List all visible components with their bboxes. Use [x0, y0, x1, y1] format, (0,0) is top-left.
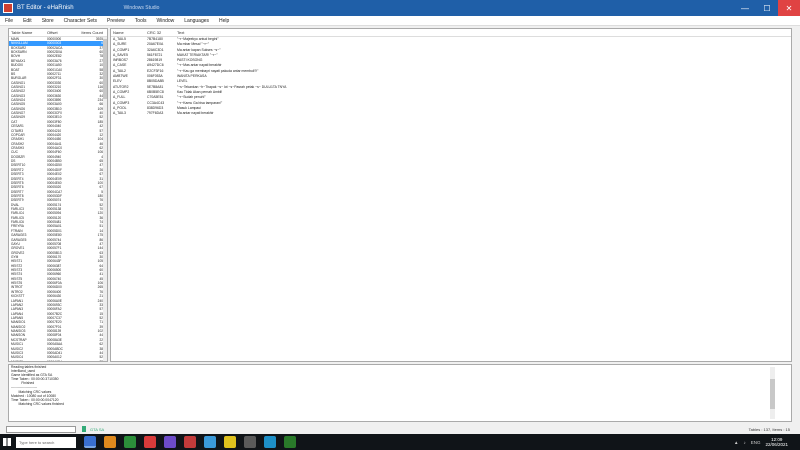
tables-header: Table Name Offset Items Count: [9, 29, 107, 37]
tables-scrollbar[interactable]: [103, 37, 107, 361]
windows-icon: [3, 438, 11, 446]
maximize-button[interactable]: ☐: [756, 0, 778, 16]
table-name-cell: MUSIC5: [11, 359, 24, 362]
menu-store[interactable]: Store: [37, 18, 59, 24]
menu-preview[interactable]: Preview: [102, 18, 130, 24]
table-offset-cell: 0000A0E4: [47, 359, 62, 362]
string-name-cell: A_TAIL3: [113, 111, 126, 116]
tables-rows: MAIN000000003925NIKKILLAM000000036BOXSAR…: [9, 37, 107, 362]
log-line: Matching CRC values finished: [11, 401, 64, 406]
menu-window[interactable]: Window: [151, 18, 179, 24]
taskbar-app-icon[interactable]: [144, 436, 156, 448]
log-scrollbar[interactable]: [770, 367, 775, 419]
system-tray: ▲ ♪ ENG 12:09 22/06/2021: [734, 437, 800, 447]
tables-scroll-thumb[interactable]: [103, 39, 107, 99]
menu-bar: File Edit Store Character Sets Preview Tools W…: [0, 16, 800, 26]
strings-header: Name CRC 32 Text: [111, 29, 791, 37]
tables-list[interactable]: Table Name Offset Items Count MAIN 000000…: [8, 28, 108, 362]
strings-list[interactable]: Name CRC 32 Text A_TAIL5 7B7B4180 "~r~Maje…: [110, 28, 792, 362]
menu-file[interactable]: File: [0, 18, 18, 24]
header-table-name[interactable]: Table Name: [9, 29, 45, 36]
taskbar-app-icon[interactable]: [244, 436, 256, 448]
status-bar: GTA SA Tables : 137, Items : 15: [0, 424, 800, 434]
table-count-cell: 73: [99, 359, 103, 362]
taskbar-app-icon[interactable]: [124, 436, 136, 448]
window-title: BT Editor - eHaRnish: [17, 5, 74, 11]
header-crc32[interactable]: CRC 32: [145, 29, 175, 36]
taskbar-app-icon[interactable]: [264, 436, 276, 448]
minimize-button[interactable]: —: [734, 0, 756, 16]
menu-help[interactable]: Help: [214, 18, 234, 24]
log-output[interactable]: Reading tables finished InterBand_used Gam…: [8, 364, 792, 422]
menu-edit[interactable]: Edit: [18, 18, 37, 24]
window-subtitle: Windows Studio: [123, 5, 160, 11]
clock[interactable]: 12:09 22/06/2021: [765, 437, 788, 447]
network-icon[interactable]: ▲: [734, 440, 738, 445]
menu-languages[interactable]: Languages: [179, 18, 214, 24]
strings-rows: A_TAIL5 7B7B4180 "~r~Majeekyo antud begini…: [111, 37, 791, 116]
taskbar-app-icon[interactable]: [204, 436, 216, 448]
header-name[interactable]: Name: [111, 29, 145, 36]
start-button[interactable]: [0, 434, 14, 450]
header-items-count[interactable]: Items Count: [79, 29, 105, 36]
header-text[interactable]: Text: [175, 29, 775, 36]
string-row[interactable]: A_TAIL3 797F6DA3 Ma antar nayati berakhir: [111, 111, 791, 116]
string-text-cell: Ma antar nayati berakhir: [177, 111, 214, 116]
menu-character-sets[interactable]: Character Sets: [59, 18, 102, 24]
header-offset[interactable]: Offset: [45, 29, 79, 36]
status-indicator: [82, 426, 86, 432]
volume-icon[interactable]: ♪: [743, 440, 745, 445]
clock-date: 22/06/2021: [765, 442, 788, 447]
menu-tools[interactable]: Tools: [130, 18, 152, 24]
taskbar-search[interactable]: Type here to search: [16, 436, 76, 448]
close-button[interactable]: ✕: [778, 0, 800, 16]
app-window: BT Editor - eHaRnish Windows Studio — ☐ …: [0, 0, 800, 434]
taskbar: Type here to search ▲ ♪ ENG 12:09 22/06/…: [0, 434, 800, 450]
status-counts: Tables : 137, Items : 15: [748, 426, 790, 432]
search-input[interactable]: [6, 425, 76, 433]
taskbar-app-icon[interactable]: [84, 436, 96, 448]
string-crc-cell: 797F6DA3: [147, 111, 164, 116]
app-icon: [3, 3, 13, 13]
taskbar-app-icon[interactable]: [184, 436, 196, 448]
taskbar-app-icon[interactable]: [224, 436, 236, 448]
log-scroll-thumb[interactable]: [770, 379, 775, 409]
status-game: GTA SA: [90, 426, 105, 432]
taskbar-app-icon[interactable]: [164, 436, 176, 448]
title-bar: BT Editor - eHaRnish Windows Studio — ☐ …: [0, 0, 800, 16]
taskbar-app-icon[interactable]: [284, 436, 296, 448]
table-row[interactable]: MUSIC5 0000A0E4 73: [9, 359, 107, 362]
taskbar-app-icon[interactable]: [104, 436, 116, 448]
language-indicator[interactable]: ENG: [751, 440, 761, 445]
